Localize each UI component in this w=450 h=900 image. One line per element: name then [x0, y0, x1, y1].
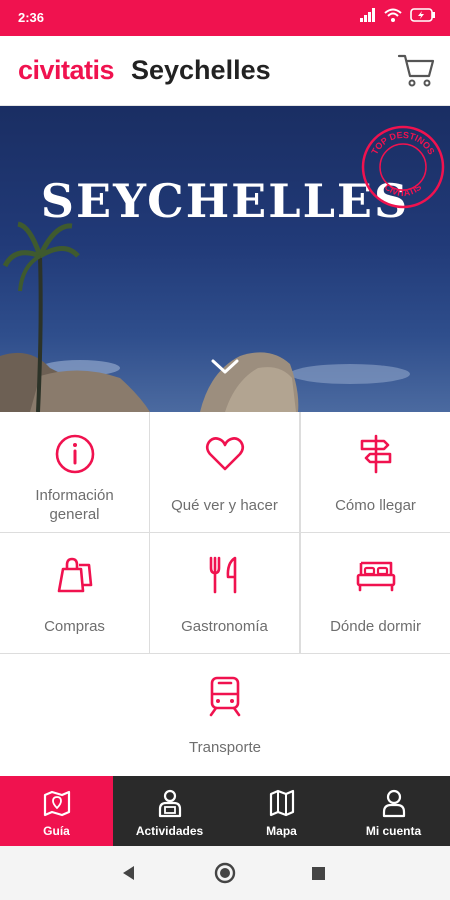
guide-menu-grid: Información general Qué ver y hacer Cómo…	[0, 412, 450, 776]
map-guide-icon	[43, 790, 70, 817]
top-destinos-badge: TOP DESTINOS CIVITATIS	[361, 125, 445, 209]
info-icon	[55, 434, 94, 474]
tile-gastronomia[interactable]: Gastronomía	[150, 533, 299, 653]
tile-label: Transporte	[189, 739, 261, 756]
nav-actividades[interactable]: Actividades	[113, 776, 226, 846]
tile-label: Compras	[44, 618, 105, 635]
home-icon[interactable]	[214, 862, 236, 884]
guide-person-icon	[158, 789, 181, 818]
signal-icon	[360, 8, 375, 22]
fork-knife-icon	[209, 556, 236, 594]
system-navigation-bar	[0, 846, 450, 900]
tile-label: Dónde dormir	[330, 618, 421, 635]
map-icon	[269, 789, 294, 817]
status-time: 2:36	[18, 10, 45, 25]
train-icon	[209, 676, 241, 717]
tile-que-ver-y-hacer[interactable]: Qué ver y hacer	[150, 412, 299, 532]
battery-charging-icon	[410, 8, 435, 22]
bottom-navigation: Guía Actividades Mapa Mi cuenta	[0, 776, 450, 846]
shopping-bag-icon	[57, 557, 92, 593]
tile-compras[interactable]: Compras	[0, 533, 149, 653]
tile-label: Qué ver y hacer	[171, 497, 278, 514]
tile-como-llegar[interactable]: Cómo llegar	[301, 412, 450, 532]
hero-banner: SEYCHELLES TOP DESTINOS CIVITATIS	[0, 106, 450, 412]
nav-label: Actividades	[135, 824, 204, 838]
user-icon	[382, 789, 405, 818]
recent-apps-icon[interactable]	[311, 866, 326, 881]
badge-bottom-text: CIVITATIS	[383, 182, 424, 198]
nav-label: Mi cuenta	[365, 824, 422, 838]
tile-donde-dormir[interactable]: Dónde dormir	[301, 533, 450, 653]
tile-label: Gastronomía	[181, 618, 268, 635]
nav-label: Guía	[43, 824, 70, 838]
nav-guia[interactable]: Guía	[0, 776, 113, 846]
nav-label: Mapa	[266, 824, 297, 838]
nav-mi-cuenta[interactable]: Mi cuenta	[337, 776, 450, 846]
bed-icon	[356, 561, 395, 592]
signpost-icon	[360, 434, 391, 474]
app-header: civitatis Seychelles	[0, 36, 450, 106]
chevron-down-icon[interactable]	[209, 356, 241, 378]
page-title: Seychelles	[131, 55, 271, 85]
status-bar: 2:36	[0, 0, 450, 36]
wifi-icon	[384, 8, 402, 22]
tile-transporte[interactable]: Transporte	[0, 654, 450, 776]
back-icon[interactable]	[120, 864, 136, 882]
status-icons	[360, 8, 436, 22]
tile-label: Información general	[35, 487, 114, 523]
svg-text:CIVITATIS: CIVITATIS	[383, 182, 424, 198]
brand-logo[interactable]: civitatis	[18, 55, 115, 86]
heart-icon	[205, 437, 244, 471]
tile-informacion-general[interactable]: Información general	[0, 412, 149, 532]
shopping-cart-icon[interactable]	[396, 50, 436, 90]
nav-mapa[interactable]: Mapa	[226, 776, 337, 846]
tile-label: Cómo llegar	[335, 497, 416, 514]
